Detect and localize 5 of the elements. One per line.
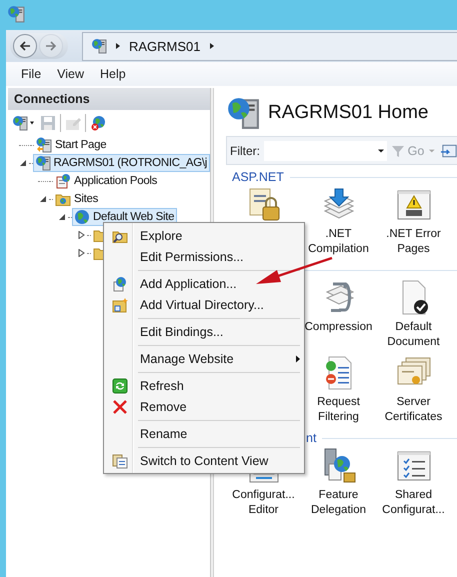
group-header: nt bbox=[306, 431, 316, 445]
group-header: ASP.NET bbox=[232, 170, 284, 184]
page-title: RAGRMS01 Home bbox=[268, 102, 428, 124]
filter-label: Filter: bbox=[230, 144, 260, 158]
panel-header: Connections bbox=[8, 88, 210, 110]
